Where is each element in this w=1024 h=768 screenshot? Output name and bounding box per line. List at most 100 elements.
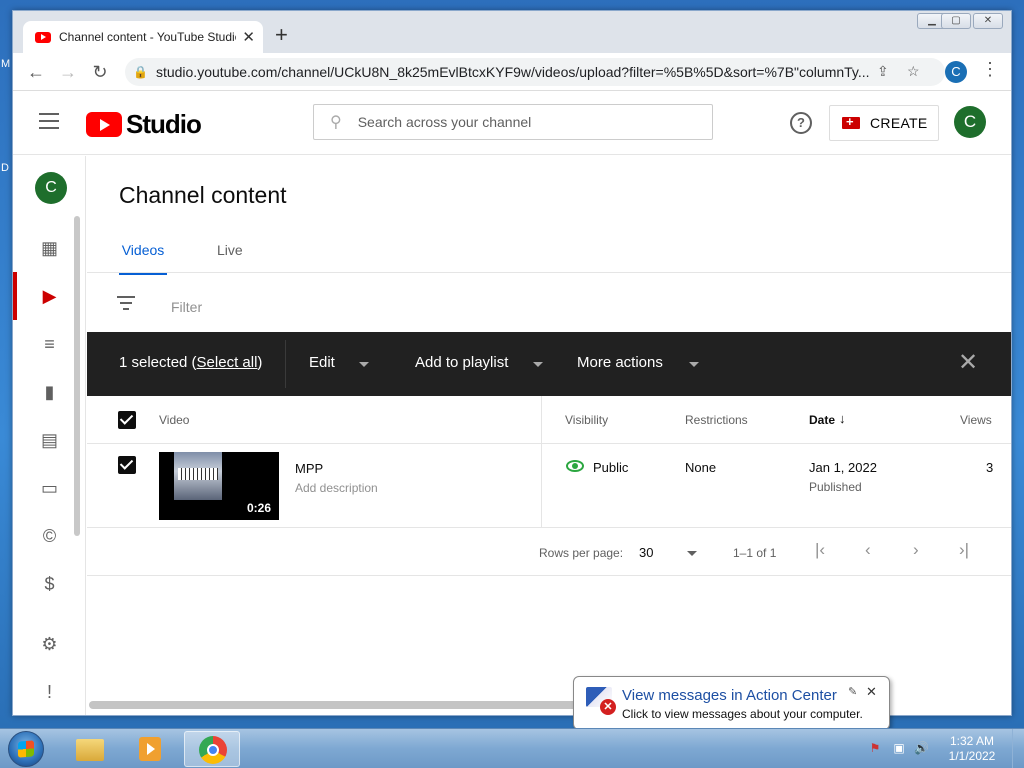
tab-live[interactable]: Live [217,242,243,258]
reload-icon[interactable]: ↻ [87,59,113,85]
bookmark-star-icon[interactable]: ☆ [907,63,920,80]
add-to-playlist-caret-icon[interactable] [533,362,543,367]
edit-dropdown[interactable]: Edit [309,354,335,371]
taskbar-explorer[interactable] [62,731,118,767]
last-page-icon[interactable]: ›| [959,540,969,560]
browser-window: Channel content - YouTube Studio ✕ + ▁ ▢… [12,10,1012,716]
desktop-fragment: D [1,162,9,174]
taskbar-chrome[interactable] [184,731,240,767]
taskbar: ⚑ ▣ 🔊 1:32 AM 1/1/2022 [0,728,1024,768]
network-tray-icon[interactable]: ▣ [892,741,906,755]
create-label: CREATE [870,115,928,131]
video-title[interactable]: MPP [295,461,323,476]
select-all-link[interactable]: Select all [197,354,258,371]
edit-caret-icon[interactable] [359,362,369,367]
volume-tray-icon[interactable]: 🔊 [914,741,929,755]
video-duration: 0:26 [246,501,271,515]
column-views[interactable]: Views [960,413,992,427]
close-window-button[interactable]: ✕ [973,13,1003,29]
show-desktop-button[interactable] [1012,729,1024,768]
views-value: 3 [986,460,994,475]
lock-icon[interactable]: 🔒 [133,65,148,79]
video-thumbnail[interactable]: 0:26 [159,452,279,520]
hamburger-menu-icon[interactable] [39,113,59,129]
channel-avatar[interactable]: C [35,172,67,204]
more-actions-caret-icon[interactable] [689,362,699,367]
rows-per-page-label: Rows per page: [539,546,624,560]
chrome-icon [199,736,227,764]
video-description[interactable]: Add description [295,481,378,495]
restrictions-value: None [685,460,717,475]
main-content: Channel content Videos Live Filter 1 sel… [87,156,1011,715]
error-icon: ✕ [600,699,616,715]
row-checkbox[interactable] [118,456,136,474]
earn-icon[interactable]: $ [13,564,86,604]
add-to-playlist-dropdown[interactable]: Add to playlist [415,354,508,371]
more-actions-dropdown[interactable]: More actions [577,354,663,371]
create-button[interactable]: CREATE [829,105,939,141]
media-player-icon [139,737,161,761]
feedback-icon[interactable]: ! [13,672,86,712]
clock-time: 1:32 AM [949,734,995,748]
share-icon[interactable]: ⇪ [877,63,889,80]
filter-icon[interactable] [117,296,135,314]
page-range: 1–1 of 1 [733,546,777,560]
tab-strip: Channel content - YouTube Studio ✕ + ▁ ▢… [13,11,1011,53]
tabs-divider [87,272,1011,273]
column-date[interactable]: Date [809,413,835,427]
back-icon[interactable]: ← [23,59,49,85]
table-row[interactable]: 0:26 MPP Add description Public None Jan… [87,444,1011,528]
page-title: Channel content [119,182,287,208]
url-text: studio.youtube.com/channel/UCkU8N_8k25mE… [155,64,870,80]
address-bar[interactable]: 🔒 studio.youtube.com/channel/UCkU8N_8k25… [125,58,945,86]
new-tab-icon[interactable]: + [275,24,288,46]
action-center-tray-icon[interactable]: ⚑ [868,741,882,755]
select-all-checkbox[interactable] [118,411,136,429]
tab-title: Channel content - YouTube Studio [59,30,237,44]
settings-icon[interactable]: ⚙ [13,624,86,664]
maximize-button[interactable]: ▢ [941,13,971,29]
column-video: Video [159,413,190,427]
previous-page-icon[interactable]: ‹ [865,540,871,560]
tab-videos[interactable]: Videos [119,242,167,275]
sort-down-icon[interactable]: ↓ [839,411,846,426]
account-avatar[interactable]: C [954,106,986,138]
search-box[interactable]: ⚲ [313,104,713,140]
column-visibility[interactable]: Visibility [565,413,608,427]
notification-title[interactable]: View messages in Action Center [622,687,837,704]
brand-text: Studio [126,109,202,139]
rows-per-page-select[interactable]: 30 [639,545,653,560]
actionbar-divider [285,340,286,388]
action-center-notification[interactable]: ✕ View messages in Action Center Click t… [573,676,890,738]
date-value: Jan 1, 2022 [809,460,877,475]
filter-input[interactable]: Filter [171,299,202,315]
column-restrictions[interactable]: Restrictions [685,413,748,427]
youtube-play-icon [86,112,122,137]
desktop-fragment: M [1,58,11,70]
pin-icon[interactable]: ✎ [848,685,857,698]
system-clock[interactable]: 1:32 AM 1/1/2022 [940,734,1004,764]
browser-profile-avatar[interactable]: C [945,61,967,83]
close-notification-icon[interactable]: ✕ [866,684,877,700]
help-icon[interactable]: ? [790,112,812,134]
folder-icon [76,739,104,761]
close-selection-icon[interactable]: ✕ [958,348,978,377]
visibility-value[interactable]: Public [593,460,628,475]
youtube-studio-logo[interactable]: Studio [86,109,202,140]
sidebar-scrollbar[interactable] [74,216,80,536]
horizontal-scrollbar[interactable] [89,701,589,709]
close-tab-icon[interactable]: ✕ [242,28,255,46]
taskbar-media-player[interactable] [122,731,178,767]
youtube-favicon-icon [35,31,51,43]
browser-menu-icon[interactable]: ⋮ [981,59,999,80]
next-page-icon[interactable]: › [913,540,919,560]
notification-text: Click to view messages about your comput… [622,707,863,721]
forward-icon[interactable]: → [55,59,81,85]
table-header: Video Visibility Restrictions Date ↓ Vie… [87,396,1011,444]
first-page-icon[interactable]: |‹ [815,540,825,560]
search-input[interactable] [357,114,688,130]
start-button[interactable] [8,731,44,767]
rows-per-page-caret-icon[interactable] [687,551,697,556]
browser-tab[interactable]: Channel content - YouTube Studio ✕ [23,21,263,53]
date-status: Published [809,480,862,494]
